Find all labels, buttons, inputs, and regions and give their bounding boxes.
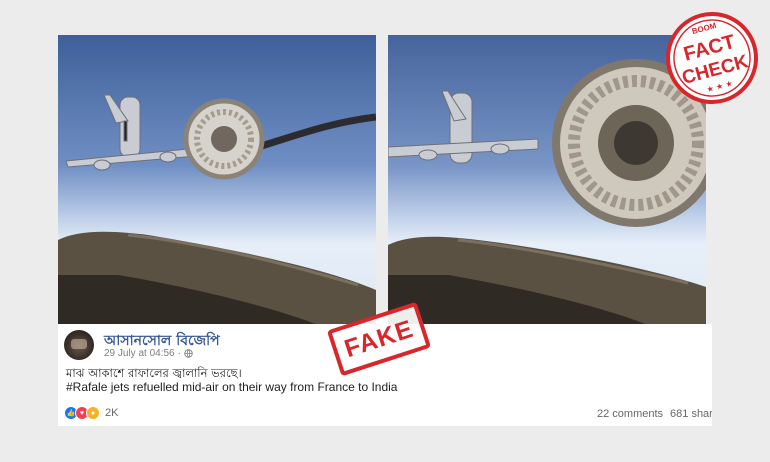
- reaction-count: 2K: [105, 407, 119, 419]
- post-text-english: #Rafale jets refuelled mid-air on their …: [66, 380, 398, 394]
- refuelling-scene-left: [58, 35, 376, 325]
- post-date[interactable]: 29 July at 04:56: [104, 348, 175, 359]
- refuelling-photo-left[interactable]: [58, 35, 376, 325]
- post-meta: 29 July at 04:56 ·: [104, 348, 193, 359]
- refuelling-scene-right: [388, 35, 706, 325]
- comments-count[interactable]: 22 comments: [597, 408, 663, 420]
- page-avatar[interactable]: [64, 330, 94, 360]
- reactions-summary[interactable]: 👍 ♥ ● 2K: [64, 406, 118, 420]
- fact-check-badge: BOOM FACT CHECK ★ ★ ★: [660, 6, 764, 110]
- shares-count[interactable]: 681 shar: [670, 408, 712, 420]
- meta-separator: ·: [177, 348, 181, 359]
- refuelling-photo-right[interactable]: [388, 35, 706, 325]
- drogue-basket: [183, 98, 265, 180]
- wow-icon: ●: [86, 406, 100, 420]
- globe-icon: [184, 349, 193, 358]
- engagement-counts: 22 comments 681 shar: [597, 408, 712, 420]
